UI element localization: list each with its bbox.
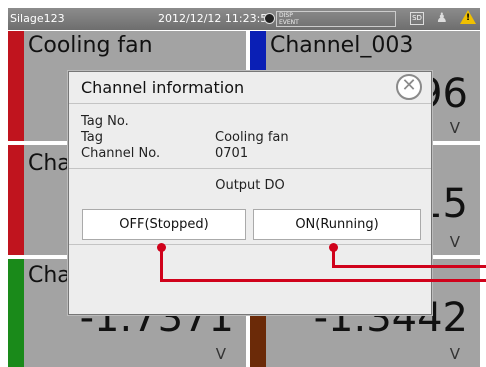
divider xyxy=(69,244,431,245)
callout-line xyxy=(160,247,163,281)
channel-name: Cha xyxy=(28,263,71,288)
field-label-tag-no: Tag No. xyxy=(81,114,129,129)
off-stopped-button[interactable]: OFF(Stopped) xyxy=(82,209,246,240)
channel-name: Cha xyxy=(28,151,71,176)
alarm-warning-icon[interactable]: ! xyxy=(460,10,476,24)
field-value-tag: Cooling fan xyxy=(215,130,289,145)
callout-line xyxy=(160,279,486,282)
status-bar: Silage123 2012/12/12 11:23:53 DISP EVENT… xyxy=(8,8,480,30)
callout-line xyxy=(332,265,486,268)
channel-unit: V xyxy=(449,233,460,251)
on-running-button[interactable]: ON(Running) xyxy=(253,209,421,240)
channel-name: Cooling fan xyxy=(28,33,153,58)
channel-color-strip xyxy=(8,145,24,255)
field-value-channel-no: 0701 xyxy=(215,146,249,161)
channel-name: Channel_003 xyxy=(270,33,414,58)
channel-unit: V xyxy=(449,345,460,363)
disp-event-indicator: DISP EVENT xyxy=(276,11,396,27)
sd-card-icon: SD xyxy=(410,12,424,25)
output-do-label: Output DO xyxy=(215,178,285,193)
field-label-tag: Tag xyxy=(81,130,104,145)
channel-unit: V xyxy=(449,119,460,137)
device-name: Silage123 xyxy=(10,12,65,25)
channel-color-strip xyxy=(8,259,24,367)
field-label-channel-no: Channel No. xyxy=(81,146,161,161)
close-icon[interactable]: ✕ xyxy=(396,74,422,100)
datetime: 2012/12/12 11:23:53 xyxy=(158,12,275,25)
memory-icon xyxy=(264,13,275,24)
callout-line xyxy=(332,247,335,267)
channel-color-strip xyxy=(8,31,24,141)
divider xyxy=(69,103,431,104)
dialog-title: Channel information xyxy=(81,78,245,97)
divider xyxy=(69,168,431,169)
channel-unit: V xyxy=(215,345,226,363)
user-icon[interactable]: ♟ xyxy=(436,11,448,26)
